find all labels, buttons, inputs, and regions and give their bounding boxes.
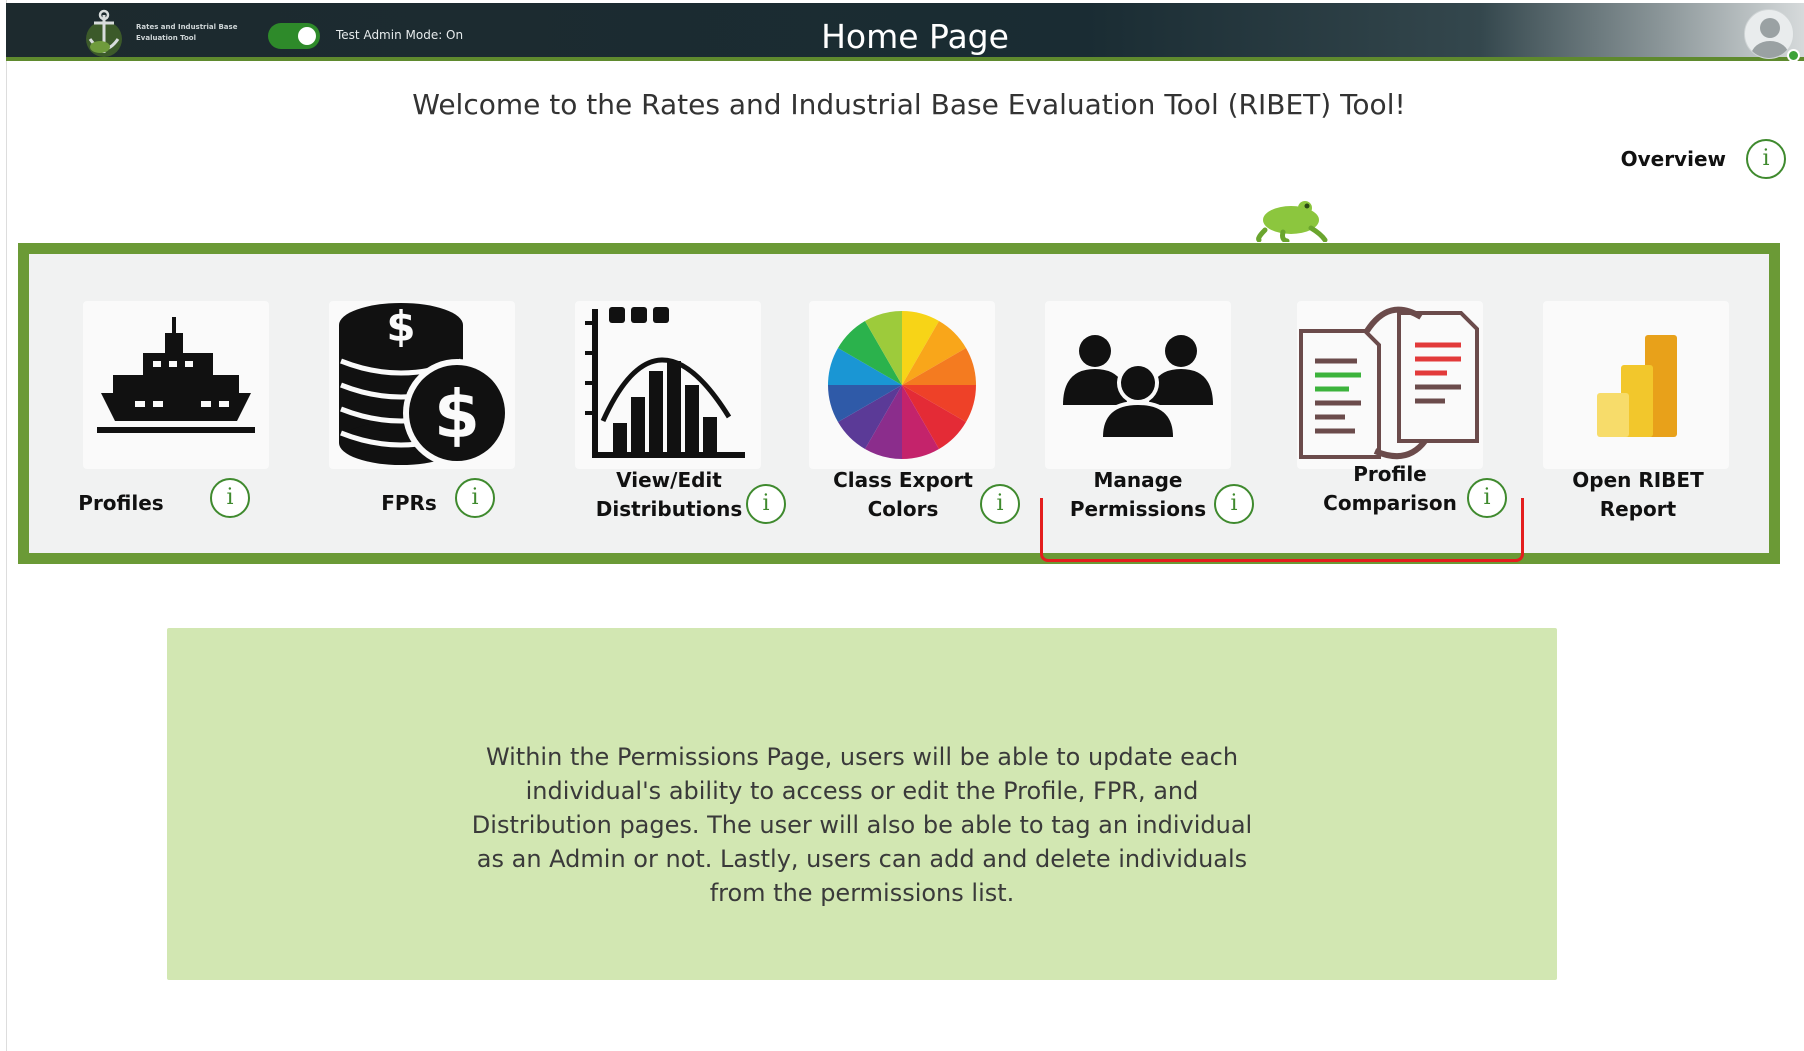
people-group-icon <box>1063 335 1213 441</box>
top-header: Rates and Industrial Base Evaluation Too… <box>6 3 1804 62</box>
avatar-head-shape <box>1760 18 1780 38</box>
coins-dollar-icon: $ $ <box>339 302 511 467</box>
profiles-info-button[interactable]: i <box>210 478 250 518</box>
export-colors-info-button[interactable]: i <box>980 484 1020 524</box>
fprs-label: FPRs <box>381 491 437 515</box>
profile-comparison-tile[interactable] <box>1297 301 1483 469</box>
ship-icon <box>97 317 255 433</box>
online-status-dot <box>1787 49 1800 62</box>
color-wheel-icon <box>828 311 976 459</box>
document-compare-icon <box>1299 306 1479 460</box>
export-colors-tile[interactable] <box>809 301 995 469</box>
open-report-tile[interactable] <box>1543 301 1729 469</box>
distributions-label: View/Edit Distributions <box>595 468 743 521</box>
highlight-bracket <box>1040 498 1524 562</box>
overview-label[interactable]: Overview <box>1621 147 1726 171</box>
profiles-tile[interactable] <box>83 301 269 469</box>
export-colors-label: Class Export Colors <box>833 468 973 521</box>
page-title: Home Page <box>821 17 1009 56</box>
distributions-info-button[interactable]: i <box>746 484 786 524</box>
frog-icon <box>1255 196 1329 244</box>
svg-text:$: $ <box>434 376 480 453</box>
power-bi-icon <box>1597 335 1677 437</box>
welcome-heading: Welcome to the Rates and Industrial Base… <box>412 88 1406 121</box>
svg-text:$: $ <box>386 302 415 351</box>
description-text: Within the Permissions Page, users will … <box>471 743 1253 907</box>
open-report-label: Open RIBET Report <box>1572 468 1704 521</box>
distributions-tile[interactable] <box>575 301 761 469</box>
fprs-info-button[interactable]: i <box>455 478 495 518</box>
profiles-label: Profiles <box>78 491 164 515</box>
histogram-icon <box>585 307 745 458</box>
user-avatar[interactable] <box>1744 9 1794 59</box>
fprs-tile[interactable]: $ $ <box>329 301 515 469</box>
avatar-body-shape <box>1751 41 1789 58</box>
manage-permissions-tile[interactable] <box>1045 301 1231 469</box>
overview-info-button[interactable]: i <box>1746 139 1786 179</box>
description-panel: Within the Permissions Page, users will … <box>167 628 1557 980</box>
